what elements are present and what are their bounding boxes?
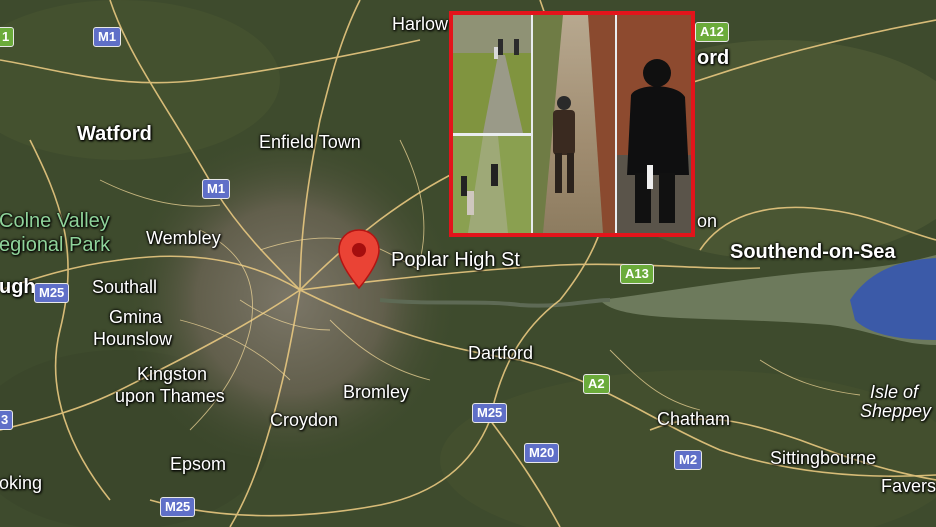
road-shield-m25: M25	[472, 403, 508, 423]
place-label-hounslow[interactable]: Hounslow	[93, 329, 172, 350]
map-pin-icon[interactable]	[336, 228, 382, 292]
place-label-dartford[interactable]: Dartford	[468, 343, 533, 364]
place-label-bromley[interactable]: Bromley	[343, 382, 409, 403]
cctv-panel-alley	[533, 15, 615, 233]
road-shield-m20: M20	[524, 443, 560, 463]
cctv-panel-closeup	[617, 15, 691, 233]
place-label-poplar-high-st[interactable]: Poplar High St	[391, 249, 520, 272]
road-shield-m1: M1	[202, 179, 231, 199]
place-label-croydon[interactable]: Croydon	[270, 410, 338, 431]
cctv-panel-field	[453, 136, 531, 233]
road-shield-a2: A2	[583, 374, 610, 394]
place-label-watford[interactable]: Watford	[77, 123, 152, 146]
place-label-regional-park[interactable]: egional Park	[0, 234, 110, 257]
place-label-harlow[interactable]: Harlow	[392, 14, 448, 35]
place-label-basildon-partial[interactable]: on	[697, 211, 717, 232]
place-label-kingston[interactable]: Kingston	[137, 364, 207, 385]
place-label-slough-partial[interactable]: ugh	[0, 276, 36, 299]
place-label-wembley[interactable]: Wembley	[146, 228, 221, 249]
road-shield-m3-partial: 3	[0, 410, 14, 430]
cctv-stills-image	[449, 11, 695, 237]
place-label-woking-partial[interactable]: oking	[0, 473, 42, 494]
place-label-gmina[interactable]: Gmina	[109, 307, 162, 328]
panel-divider	[531, 15, 533, 233]
road-shield-m1: M1	[93, 27, 122, 47]
road-shield-m25: M25	[34, 283, 70, 303]
road-shield-a13: A13	[620, 264, 654, 284]
place-label-southall[interactable]: Southall	[92, 277, 157, 298]
place-label-colne-valley[interactable]: Colne Valley	[0, 210, 110, 233]
road-shield-m25: M25	[160, 497, 196, 517]
place-label-southend-on-sea[interactable]: Southend-on-Sea	[730, 241, 896, 264]
place-label-sheppey[interactable]: Sheppey	[860, 401, 931, 422]
place-label-chatham[interactable]: Chatham	[657, 409, 730, 430]
place-label-chelmsford-partial[interactable]: ord	[697, 47, 729, 70]
panel-divider	[453, 133, 531, 136]
road-shield-a12: A12	[695, 22, 729, 42]
road-shield-a1-partial: 1	[0, 27, 15, 47]
place-label-sittingbourne[interactable]: Sittingbourne	[770, 448, 876, 469]
place-label-upon-thames[interactable]: upon Thames	[115, 386, 225, 407]
place-label-faversham-partial[interactable]: Favers	[881, 476, 936, 497]
cctv-panel-park	[453, 15, 531, 133]
road-shield-m2: M2	[674, 450, 703, 470]
place-label-isle-of[interactable]: Isle of	[870, 382, 918, 403]
place-label-epsom[interactable]: Epsom	[170, 454, 226, 475]
place-label-enfield-town[interactable]: Enfield Town	[259, 132, 361, 153]
panel-divider	[615, 15, 617, 233]
